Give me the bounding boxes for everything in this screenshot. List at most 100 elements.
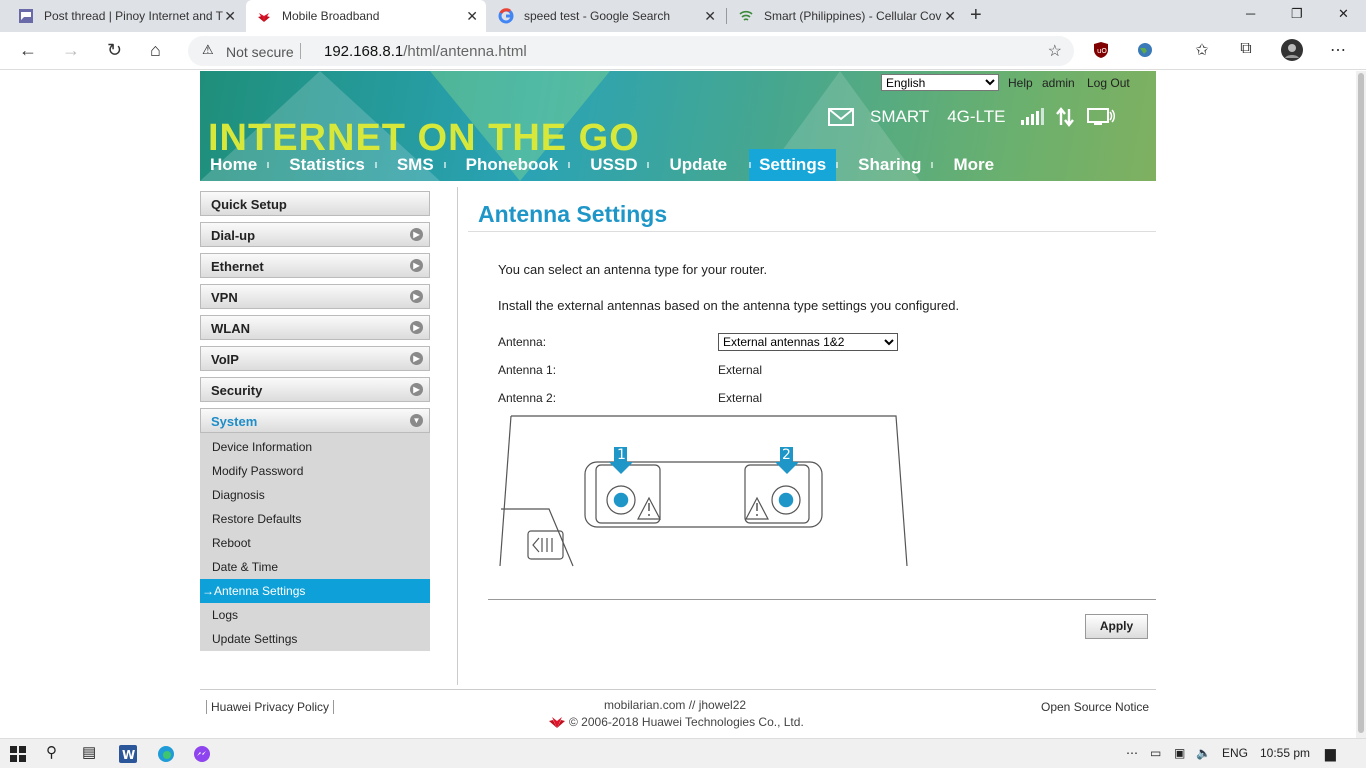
sidebar-item-date-time[interactable]: Date & Time	[200, 555, 430, 579]
sidebar-section-wlan[interactable]: WLAN ▶	[200, 315, 430, 340]
nav-ussd[interactable]: USSD	[568, 149, 647, 181]
sidebar-section-label: Dial-up	[211, 228, 256, 243]
windows-start-icon[interactable]	[10, 746, 26, 762]
word-app-icon[interactable]: W	[119, 745, 137, 763]
close-tab-icon[interactable]: ✕	[224, 8, 236, 25]
minimize-icon[interactable]: ─	[1246, 6, 1255, 21]
reload-icon[interactable]: ↻	[107, 40, 122, 61]
connection-monitor-icon	[1087, 108, 1116, 125]
tab-title: Mobile Broadband	[282, 9, 380, 23]
sidebar-section-voip[interactable]: VoIP ▶	[200, 346, 430, 371]
page-scrollbar[interactable]	[1356, 71, 1366, 738]
sidebar-section-system[interactable]: System ▼	[200, 408, 430, 433]
intro-text-2: Install the external antennas based on t…	[498, 298, 960, 313]
router-antenna-diagram: 1 2	[499, 415, 908, 567]
browser-tab-strip: Post thread | Pinoy Internet and T ✕ Mob…	[0, 0, 1366, 32]
system-submenu: Device Information Modify Password Diagn…	[200, 433, 430, 651]
status-bar: SMART 4G-LTE	[828, 105, 1116, 129]
search-icon[interactable]: ⚲	[46, 743, 57, 761]
logout-link[interactable]: Log Out	[1087, 76, 1130, 90]
sidebar-section-security[interactable]: Security ▶	[200, 377, 430, 402]
back-icon[interactable]: ←	[19, 40, 37, 61]
footer-divider	[200, 689, 1156, 690]
nav-more[interactable]: More	[931, 149, 1010, 181]
warning-icon[interactable]: ⚠	[202, 42, 214, 58]
close-tab-icon[interactable]: ✕	[466, 8, 478, 25]
expand-arrow-icon: ▶	[410, 228, 423, 241]
sidebar-item-modify-password[interactable]: Modify Password	[200, 459, 430, 483]
address-bar[interactable]: ⚠ Not secure 192.168.8.1/html/antenna.ht…	[188, 36, 1074, 66]
profile-avatar[interactable]	[1280, 38, 1304, 62]
antenna2-label: Antenna 2:	[498, 391, 557, 405]
browser-toolbar: ← → ↻ ⌂ ⚠ Not secure 192.168.8.1/html/an…	[0, 32, 1366, 70]
sidebar-item-restore-defaults[interactable]: Restore Defaults	[200, 507, 430, 531]
scrollbar-thumb[interactable]	[1358, 73, 1364, 733]
message-envelope-icon[interactable]	[828, 108, 854, 126]
svg-text:W: W	[122, 748, 135, 762]
sidebar-item-reboot[interactable]: Reboot	[200, 531, 430, 555]
content-divider	[457, 187, 458, 685]
tray-overflow-icon[interactable]: ⋯	[1126, 746, 1138, 760]
volume-icon[interactable]: 🔈	[1196, 746, 1211, 760]
antenna-label: Antenna:	[498, 335, 547, 349]
tab-post-thread[interactable]: Post thread | Pinoy Internet and T ✕	[8, 0, 244, 32]
nav-statistics[interactable]: Statistics	[267, 149, 375, 181]
battery-icon[interactable]: ▭	[1150, 746, 1161, 760]
nav-sms[interactable]: SMS	[374, 149, 444, 181]
url-host: 192.168.8.1	[324, 43, 404, 60]
tab-mobile-broadband[interactable]: Mobile Broadband ✕	[246, 0, 486, 32]
language-select[interactable]: English	[881, 74, 999, 91]
task-view-icon[interactable]: ▤	[82, 743, 96, 761]
close-tab-icon[interactable]: ✕	[944, 8, 956, 25]
network-icon[interactable]: ▣	[1174, 746, 1185, 760]
sidebar-section-dial-up[interactable]: Dial-up ▶	[200, 222, 430, 247]
close-window-icon[interactable]: ✕	[1338, 6, 1349, 22]
security-status[interactable]: Not secure	[226, 44, 294, 60]
user-name: admin	[1042, 76, 1075, 90]
nav-phonebook[interactable]: Phonebook	[443, 149, 569, 181]
messenger-icon[interactable]	[193, 745, 211, 763]
edge-browser-icon[interactable]	[157, 745, 175, 763]
ublock-extension-icon[interactable]: uO	[1091, 40, 1111, 60]
expand-arrow-icon: ▶	[410, 352, 423, 365]
new-tab-icon[interactable]: +	[970, 4, 982, 27]
home-icon[interactable]: ⌂	[150, 40, 161, 61]
antenna-type-select[interactable]: External antennas 1&2	[718, 333, 898, 351]
url-text[interactable]: 192.168.8.1/html/antenna.html	[324, 43, 527, 60]
bookmark-star-icon[interactable]: ☆	[1048, 41, 1062, 61]
antenna-port-2	[744, 464, 810, 524]
input-language[interactable]: ENG	[1222, 746, 1248, 760]
tab-speed-test[interactable]: speed test - Google Search ✕	[488, 0, 724, 32]
close-tab-icon[interactable]: ✕	[704, 8, 716, 25]
apply-button[interactable]: Apply	[1085, 614, 1148, 639]
privacy-policy-link[interactable]: Huawei Privacy Policy	[206, 700, 335, 714]
sidebar-item-logs[interactable]: Logs	[200, 603, 430, 627]
globe-extension-icon[interactable]	[1135, 40, 1155, 60]
collections-icon[interactable]: ⧉	[1236, 40, 1256, 60]
collapse-arrow-icon: ▼	[410, 414, 423, 427]
tab-smart-coverage[interactable]: Smart (Philippines) - Cellular Cov ✕	[728, 0, 964, 32]
forward-icon[interactable]: →	[62, 40, 80, 61]
notification-center-icon[interactable]: ▆	[1325, 745, 1336, 762]
sidebar-section-ethernet[interactable]: Ethernet ▶	[200, 253, 430, 278]
nav-sharing[interactable]: Sharing	[836, 149, 931, 181]
more-menu-icon[interactable]: ⋯	[1328, 40, 1348, 60]
sidebar-item-device-information[interactable]: Device Information	[200, 435, 430, 459]
nav-update[interactable]: Update	[647, 149, 737, 181]
router-header-banner: INTERNET ON THE GO English Help admin Lo…	[200, 71, 1156, 181]
nav-home[interactable]: Home	[200, 149, 267, 181]
expand-arrow-icon: ▶	[410, 259, 423, 272]
open-source-notice-link[interactable]: Open Source Notice	[1041, 700, 1149, 714]
sidebar-section-vpn[interactable]: VPN ▶	[200, 284, 430, 309]
sidebar-item-diagnosis[interactable]: Diagnosis	[200, 483, 430, 507]
sidebar-item-antenna-settings[interactable]: →Antenna Settings	[200, 579, 430, 603]
favorites-icon[interactable]: ✩	[1192, 40, 1212, 60]
clock[interactable]: 10:55 pm	[1260, 746, 1310, 760]
tab-divider	[726, 8, 727, 24]
tab-title: Post thread | Pinoy Internet and T	[44, 9, 224, 23]
sidebar-section-quick-setup[interactable]: Quick Setup	[200, 191, 430, 216]
help-link[interactable]: Help	[1008, 76, 1033, 90]
sidebar-item-update-settings[interactable]: Update Settings	[200, 627, 430, 651]
nav-settings[interactable]: Settings	[749, 149, 837, 181]
restore-icon[interactable]: ❐	[1291, 6, 1303, 22]
